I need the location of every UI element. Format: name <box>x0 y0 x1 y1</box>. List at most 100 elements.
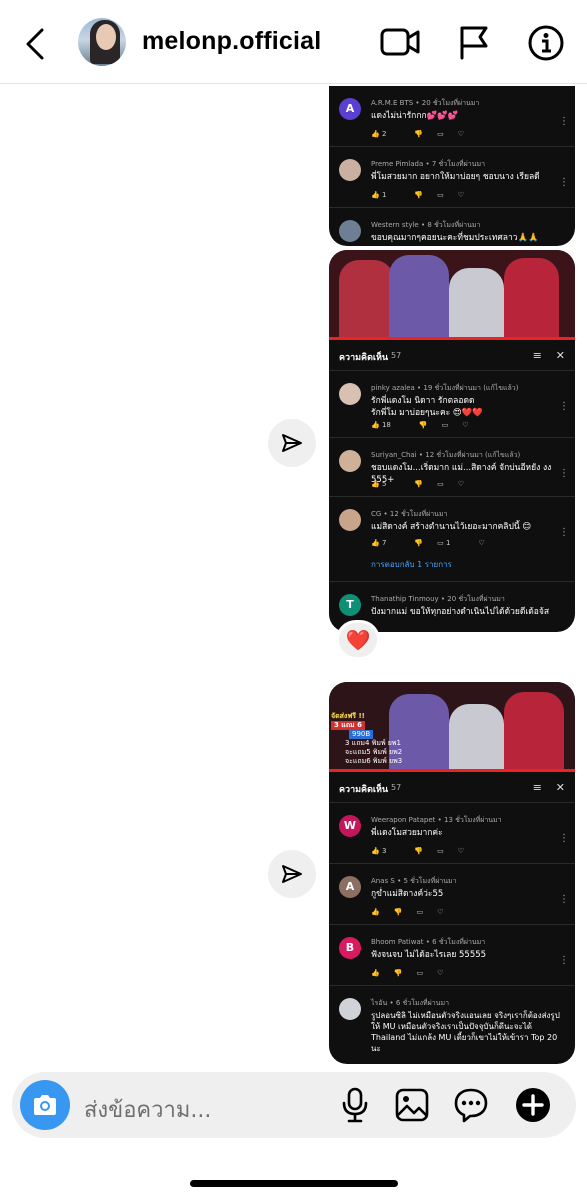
promo-overlay: จัดส่งฟรี !! 3 แถม 6 990B 3 แถม4 พิมพ์ ย… <box>331 712 403 765</box>
commenter-avatar <box>339 998 361 1020</box>
close-icon: ✕ <box>555 349 565 362</box>
home-indicator <box>190 1180 398 1187</box>
more-icon: ⋮ <box>559 177 569 188</box>
commenter-name: Suriyan_Chai <box>371 451 417 459</box>
like-icon: 👍 7 <box>371 539 387 547</box>
share-button[interactable] <box>268 419 316 467</box>
comment-time: 7 ชั่วโมงที่ผ่านมา <box>431 160 486 168</box>
commenter-name: Weerapon Patapet <box>371 816 436 824</box>
commenter-avatar: W <box>339 815 361 837</box>
filter-icon: ≡ <box>532 781 542 794</box>
heart-icon: ♡ <box>478 539 485 547</box>
like-icon: 👍 2 <box>371 130 387 138</box>
comment-row: Suriyan_Chai • 12 ชั่วโมงที่ผ่านมา (แก้ไ… <box>329 438 575 497</box>
comment-time: 20 ชั่วโมงที่ผ่านมา <box>447 595 505 603</box>
commenter-name: A.R.M.E BTS <box>371 99 414 107</box>
comment-row: W Weerapon Patapet • 13 ชั่วโมงที่ผ่านมา… <box>329 803 575 864</box>
shared-screenshot-2[interactable]: ความคิดเห็น 57 ≡ ✕ pinky azalea • 19 ชั่… <box>329 250 575 632</box>
commenter-name: Western style <box>371 221 419 229</box>
message-composer: ส่งข้อความ... <box>12 1072 576 1138</box>
comment-time: 12 ชั่วโมงที่ผ่านมา <box>389 510 448 518</box>
video-thumbnail: จัดส่งฟรี !! 3 แถม 6 990B 3 แถม4 พิมพ์ ย… <box>329 682 575 772</box>
comment-time: 6 ชั่วโมงที่ผ่านมา <box>432 938 486 946</box>
comment-row: B Bhoom Patiwat • 6 ชั่วโมงที่ผ่านมา ฟัง… <box>329 925 575 986</box>
dislike-icon: 👎 <box>414 480 424 488</box>
commenter-avatar <box>339 450 361 472</box>
heart-icon: ♡ <box>462 421 469 429</box>
dislike-icon: 👎 <box>393 969 403 977</box>
like-count: 5 <box>381 480 387 488</box>
commenter-name: Anas S <box>371 877 395 885</box>
video-thumbnail <box>329 250 575 340</box>
commenter-avatar: A <box>339 98 361 120</box>
reply-icon: ▭ <box>441 421 449 429</box>
reply-icon: ▭ <box>416 969 424 977</box>
like-icon: 👍 1 <box>371 191 387 199</box>
reply-icon: ▭ <box>437 191 444 199</box>
commenter-name: CG <box>371 510 382 518</box>
info-icon[interactable] <box>527 24 565 66</box>
comment-text: ฟังจนจบ ไม่ได้อะไรเลย 55555 <box>371 950 487 960</box>
comment-row: A Anas S • 5 ชั่วโมงที่ผ่านมา กูข่ำแม่สิ… <box>329 864 575 925</box>
report-flag-icon[interactable] <box>456 24 492 64</box>
filter-icon: ≡ <box>532 349 542 362</box>
comment-row: ไรอัน • 6 ชั่วโมงที่ผ่านมา รูปลอนซิลิ ไม… <box>329 986 575 1058</box>
comment-time: 13 ชั่วโมงที่ผ่านมา <box>444 816 502 824</box>
dislike-icon: 👎 <box>414 539 424 547</box>
message-input[interactable]: ส่งข้อความ... <box>84 1092 211 1127</box>
comment-row: T Thanathip Tinmouy • 20 ชั่วโมงที่ผ่านม… <box>329 582 575 622</box>
reply-icon: ▭ <box>437 130 444 138</box>
comment-text: พี่โมสวยมาก อยากให้มาบ่อยๆ ชอบนาง เรียลด… <box>371 172 540 182</box>
comment-time: 5 ชั่วโมงที่ผ่านมา <box>403 877 457 885</box>
like-icon: 👍 <box>371 969 380 977</box>
replies-link: การตอบกลับ 1 รายการ <box>371 560 452 569</box>
chat-username[interactable]: melonp.official <box>142 27 321 56</box>
reply-icon: ▭ <box>416 908 424 916</box>
sticker-chat-icon[interactable] <box>453 1087 489 1127</box>
like-count: 7 <box>381 539 387 547</box>
comment-text: รูปลอนซิลิ ไม่เหมือนตัวจริงแอนเลย จริงๆเ… <box>371 1011 560 1053</box>
commenter-avatar <box>339 509 361 531</box>
commenter-name: ไรอัน <box>371 999 388 1007</box>
like-count: 18 <box>381 421 391 429</box>
more-icon: ⋮ <box>559 468 569 479</box>
like-count: 3 <box>381 847 387 855</box>
comment-time: 19 ชั่วโมงที่ผ่านมา (แก้ไขแล้ว) <box>423 384 519 392</box>
commenter-name: pinky azalea <box>371 384 415 392</box>
reply-icon: ▭ 1 <box>437 539 451 547</box>
dislike-icon: 👎 <box>414 191 424 199</box>
more-icon: ⋮ <box>559 833 569 844</box>
video-call-icon[interactable] <box>380 24 420 64</box>
gallery-icon[interactable] <box>394 1087 430 1127</box>
heart-reaction[interactable]: ❤️ <box>336 620 380 660</box>
like-icon: 👍 <box>371 908 380 916</box>
comment-time: 8 ชั่วโมงที่ผ่านมา <box>427 221 481 229</box>
comment-text: พี่แดงโมสวยมากค่ะ <box>371 828 443 838</box>
heart-icon: ♡ <box>437 969 444 977</box>
commenter-avatar: T <box>339 594 361 616</box>
like-icon: 👍 3 <box>371 847 387 855</box>
heart-icon: ♡ <box>457 847 465 855</box>
dislike-icon: 👎 <box>418 421 428 429</box>
add-plus-icon[interactable] <box>514 1086 552 1128</box>
like-icon: 👍 18 <box>371 421 391 429</box>
like-icon: 👍 5 <box>371 480 387 488</box>
camera-button[interactable] <box>20 1080 70 1130</box>
reply-icon: ▭ <box>437 847 444 855</box>
comment-row: Preme Pimlada • 7 ชั่วโมงที่ผ่านมา พี่โม… <box>329 147 575 208</box>
more-icon: ⋮ <box>559 894 569 905</box>
microphone-icon[interactable] <box>341 1087 369 1127</box>
avatar[interactable] <box>78 18 126 66</box>
back-arrow-icon[interactable] <box>22 26 48 66</box>
dislike-icon: 👎 <box>414 847 424 855</box>
shared-screenshot-1[interactable]: A A.R.M.E BTS • 20 ชั่วโมงที่ผ่านมา แดงไ… <box>329 86 575 246</box>
comment-time: 12 ชั่วโมงที่ผ่านมา (แก้ไขแล้ว) <box>425 451 521 459</box>
like-count: 2 <box>381 130 387 138</box>
shared-screenshot-3[interactable]: จัดส่งฟรี !! 3 แถม 6 990B 3 แถม4 พิมพ์ ย… <box>329 682 575 1064</box>
comment-text: ปังมากแม่ ขอให้ทุกอย่างดำเนินไปได้ด้วยดี… <box>371 607 550 617</box>
comment-row: A A.R.M.E BTS • 20 ชั่วโมงที่ผ่านมา แดงไ… <box>329 86 575 147</box>
comment-text: ขอบคุณมากๆคอยนะคะที่ชมประเทศลาว🙏🙏 <box>371 233 539 243</box>
reply-icon: ▭ <box>437 480 444 488</box>
share-button[interactable] <box>268 850 316 898</box>
dislike-icon: 👎 <box>414 130 424 138</box>
